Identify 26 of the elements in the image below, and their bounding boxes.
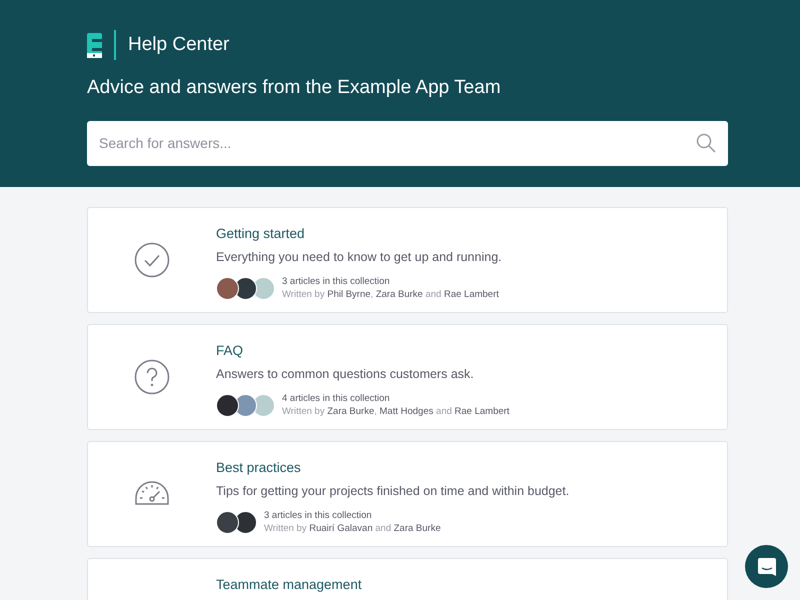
- tagline: Advice and answers from the Example App Team: [87, 76, 502, 100]
- collection-description: Answers to common questions customers ask.: [216, 366, 475, 384]
- check-circle-icon: [134, 242, 170, 278]
- search-field[interactable]: Search for answers...: [87, 120, 728, 166]
- search-icon[interactable]: [696, 132, 716, 152]
- article-count: 3 articles in this collection: [282, 275, 391, 288]
- author-byline: Written by Ruairí Galavan and Zara Burke: [264, 522, 441, 535]
- collection-title[interactable]: Best practices: [216, 458, 570, 478]
- chat-button[interactable]: [745, 545, 788, 588]
- collection-card[interactable]: Teammate management: [87, 558, 728, 600]
- collection-title[interactable]: FAQ: [216, 341, 510, 362]
- collection-description: Tips for getting your projects finished on time and within budget.: [216, 483, 570, 500]
- collection-description: Everything you need to know to get up and running.: [216, 249, 502, 266]
- collection-card[interactable]: FAQ Answers to common questions customers ask. 4 articles in this collection Written by Zara Burke, Matt Hodges and Rae Lambert: [87, 324, 728, 430]
- collection-card[interactable]: Getting started Everything you need to know to get up and running. 3 articles in this collection Written by Phil Byrne, Zara Burke and Rae Lambert: [87, 207, 728, 313]
- author-byline: Written by Phil Byrne, Zara Burke and Rae Lambert: [282, 288, 499, 301]
- article-count: 4 articles in this collection: [282, 392, 391, 405]
- collection-title[interactable]: Teammate management: [216, 575, 362, 596]
- author-byline: Written by Zara Burke, Matt Hodges and Rae Lambert: [282, 405, 510, 418]
- question-circle-icon: [134, 359, 170, 395]
- collection-title[interactable]: Getting started: [216, 224, 502, 244]
- site-title[interactable]: Help Center: [128, 30, 230, 60]
- chat-bubble-icon: [756, 556, 776, 576]
- logo-icon: [87, 32, 102, 58]
- article-count: 3 articles in this collection: [264, 509, 373, 522]
- collection-card[interactable]: Best practices Tips for getting your projects finished on time and within budget. 3 articles in this collection Written by Ruairí Galavan and Zara Burke: [87, 441, 728, 547]
